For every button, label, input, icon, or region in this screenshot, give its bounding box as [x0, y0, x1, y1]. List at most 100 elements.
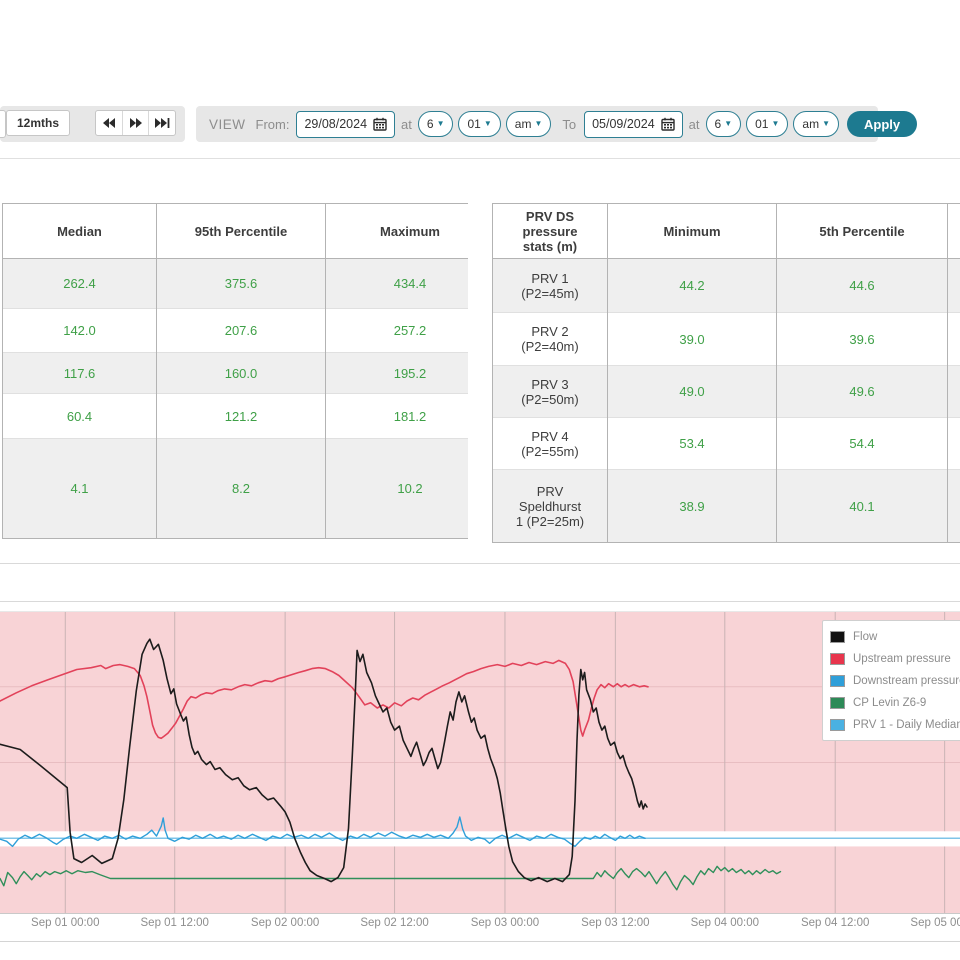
value-cell: 60.4 [3, 394, 157, 439]
divider [0, 563, 960, 564]
apply-button[interactable]: Apply [847, 111, 917, 137]
from-label: From: [256, 117, 290, 132]
value-cell [948, 418, 960, 470]
value-cell: 49.6 [777, 366, 948, 418]
legend-label: PRV 1 - Daily Median [853, 719, 960, 731]
row-header-cell: PRV 1 (P2=45m) [493, 259, 608, 313]
table-row: PRV 3 (P2=50m)49.049.6 [493, 366, 960, 418]
chart: Flow Upstream pressure Downstream pressure… [0, 601, 960, 914]
table-row: 60.4121.2181.2 [3, 394, 469, 439]
page: 12mths VIEW From: 29/ [0, 0, 960, 960]
column-header: Median [3, 204, 157, 259]
to-date-value: 05/09/2024 [592, 117, 655, 131]
at-label: at [401, 117, 412, 132]
x-axis-label: Sep 02 12:00 [360, 917, 428, 929]
from-minute-value: 01 [467, 117, 480, 131]
fast-forward-button[interactable] [122, 111, 149, 135]
period-button-12mths[interactable]: 12mths [6, 110, 70, 136]
x-axis-label: Sep 03 12:00 [581, 917, 649, 929]
rewind-button[interactable] [96, 111, 122, 135]
table-row: 142.0207.6257.2 [3, 309, 469, 353]
value-cell: 40.1 [777, 470, 948, 543]
to-minute-select[interactable]: 01 ▼ [746, 111, 788, 137]
value-cell: 375.6 [157, 259, 326, 309]
at-label: at [689, 117, 700, 132]
legend-label: Upstream pressure [853, 653, 951, 665]
row-header-cell: PRV 4 (P2=55m) [493, 418, 608, 470]
divider [0, 158, 960, 159]
from-minute-select[interactable]: 01 ▼ [458, 111, 500, 137]
value-cell: 49.0 [608, 366, 777, 418]
value-cell [948, 366, 960, 418]
skip-to-end-button[interactable] [148, 111, 175, 135]
legend-swatch [830, 653, 845, 665]
toolbar-view-group: VIEW From: 29/08/2024 at 6 ▼ 01 ▼ am ▼ [196, 106, 878, 142]
skip-to-end-icon [155, 117, 170, 129]
table-header-row: PRV DS pressure stats (m)Minimum5th Perc… [493, 204, 960, 259]
value-cell: 10.2 [326, 439, 469, 539]
chevron-down-icon: ▼ [724, 120, 732, 128]
row-header-cell: PRV Speldhurst 1 (P2=25m) [493, 470, 608, 543]
column-header: 95th Percentile [157, 204, 326, 259]
value-cell: 121.2 [157, 394, 326, 439]
table-row: PRV 1 (P2=45m)44.244.6 [493, 259, 960, 313]
to-ampm-select[interactable]: am ▼ [793, 111, 839, 137]
value-cell: 117.6 [3, 353, 157, 394]
table-row: 262.4375.6434.4 [3, 259, 469, 309]
from-date-value: 29/08/2024 [304, 117, 367, 131]
row-header-cell: PRV 2 (P2=40m) [493, 313, 608, 366]
legend-item[interactable]: CP Levin Z6-9 [830, 692, 960, 714]
value-cell: 181.2 [326, 394, 469, 439]
to-ampm-value: am [802, 117, 819, 131]
chart-canvas [0, 611, 960, 914]
from-date-input[interactable]: 29/08/2024 [296, 111, 395, 138]
value-cell [948, 313, 960, 366]
pressure-stats-table: PRV DS pressure stats (m)Minimum5th Perc… [492, 203, 960, 543]
to-label: To [562, 117, 576, 132]
value-cell [948, 470, 960, 543]
value-cell: 44.2 [608, 259, 777, 313]
value-cell: 4.1 [3, 439, 157, 539]
x-axis-label: Sep 04 12:00 [801, 917, 869, 929]
value-cell: 160.0 [157, 353, 326, 394]
chevron-down-icon: ▼ [534, 120, 542, 128]
legend-item[interactable]: PRV 1 - Daily Median [830, 714, 960, 736]
from-ampm-select[interactable]: am ▼ [506, 111, 552, 137]
table-header-row: Median95th PercentileMaximum [3, 204, 469, 259]
fast-forward-icon [129, 117, 143, 129]
x-axis-label: Sep 05 00:00 [910, 917, 960, 929]
x-axis-label: Sep 03 00:00 [471, 917, 539, 929]
chevron-down-icon: ▼ [771, 120, 779, 128]
table-row: PRV Speldhurst 1 (P2=25m)38.940.1 [493, 470, 960, 543]
flow-stats-table-container: Median95th PercentileMaximum262.4375.643… [2, 203, 468, 539]
legend-label: Downstream pressure [853, 675, 960, 687]
calendar-icon [661, 117, 675, 131]
divider [0, 941, 960, 942]
value-cell [948, 259, 960, 313]
x-axis-label: Sep 01 00:00 [31, 917, 99, 929]
legend-item[interactable]: Upstream pressure [830, 648, 960, 670]
to-hour-select[interactable]: 6 ▼ [706, 111, 742, 137]
legend-swatch [830, 697, 845, 709]
legend: Flow Upstream pressure Downstream pressure… [822, 620, 960, 741]
legend-swatch [830, 631, 845, 643]
from-hour-select[interactable]: 6 ▼ [418, 111, 454, 137]
value-cell: 54.4 [777, 418, 948, 470]
view-label: VIEW [209, 117, 246, 132]
column-header: Minimum [608, 204, 777, 259]
from-hour-value: 6 [427, 117, 434, 131]
legend-item[interactable]: Flow [830, 626, 960, 648]
value-cell: 39.6 [777, 313, 948, 366]
column-header [948, 204, 960, 259]
to-minute-value: 01 [755, 117, 768, 131]
legend-label: CP Levin Z6-9 [853, 697, 926, 709]
chevron-down-icon: ▼ [437, 120, 445, 128]
plot-area [0, 611, 960, 914]
value-cell: 39.0 [608, 313, 777, 366]
value-cell: 142.0 [3, 309, 157, 353]
chevron-down-icon: ▼ [484, 120, 492, 128]
legend-item[interactable]: Downstream pressure [830, 670, 960, 692]
to-date-input[interactable]: 05/09/2024 [584, 111, 683, 138]
legend-label: Flow [853, 631, 877, 643]
table-row: 117.6160.0195.2 [3, 353, 469, 394]
